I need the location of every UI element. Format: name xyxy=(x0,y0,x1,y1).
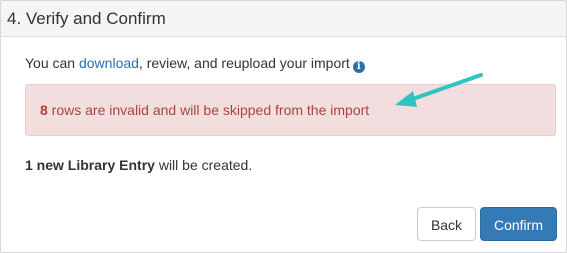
info-circle-icon[interactable]: i xyxy=(352,61,365,73)
intro-prefix: You can xyxy=(25,55,79,71)
annotation-arrow-icon xyxy=(395,73,483,107)
panel-title: 4. Verify and Confirm xyxy=(1,1,566,37)
back-button[interactable]: Back xyxy=(417,207,476,241)
summary-rest: will be created. xyxy=(154,157,253,173)
intro-text: You can download, review, and reupload y… xyxy=(25,53,365,73)
invalid-count: 8 xyxy=(40,102,48,118)
intro-suffix: , review, and reupload your import xyxy=(138,55,350,71)
alert-message: rows are invalid and will be skipped fro… xyxy=(47,102,370,118)
summary-bold: 1 new Library Entry xyxy=(25,157,155,173)
confirm-button[interactable]: Confirm xyxy=(480,207,557,241)
verify-confirm-panel: 4. Verify and Confirm You can download, … xyxy=(0,0,567,253)
download-link[interactable]: download xyxy=(79,55,139,71)
creation-summary: 1 new Library Entry will be created. xyxy=(25,155,252,175)
